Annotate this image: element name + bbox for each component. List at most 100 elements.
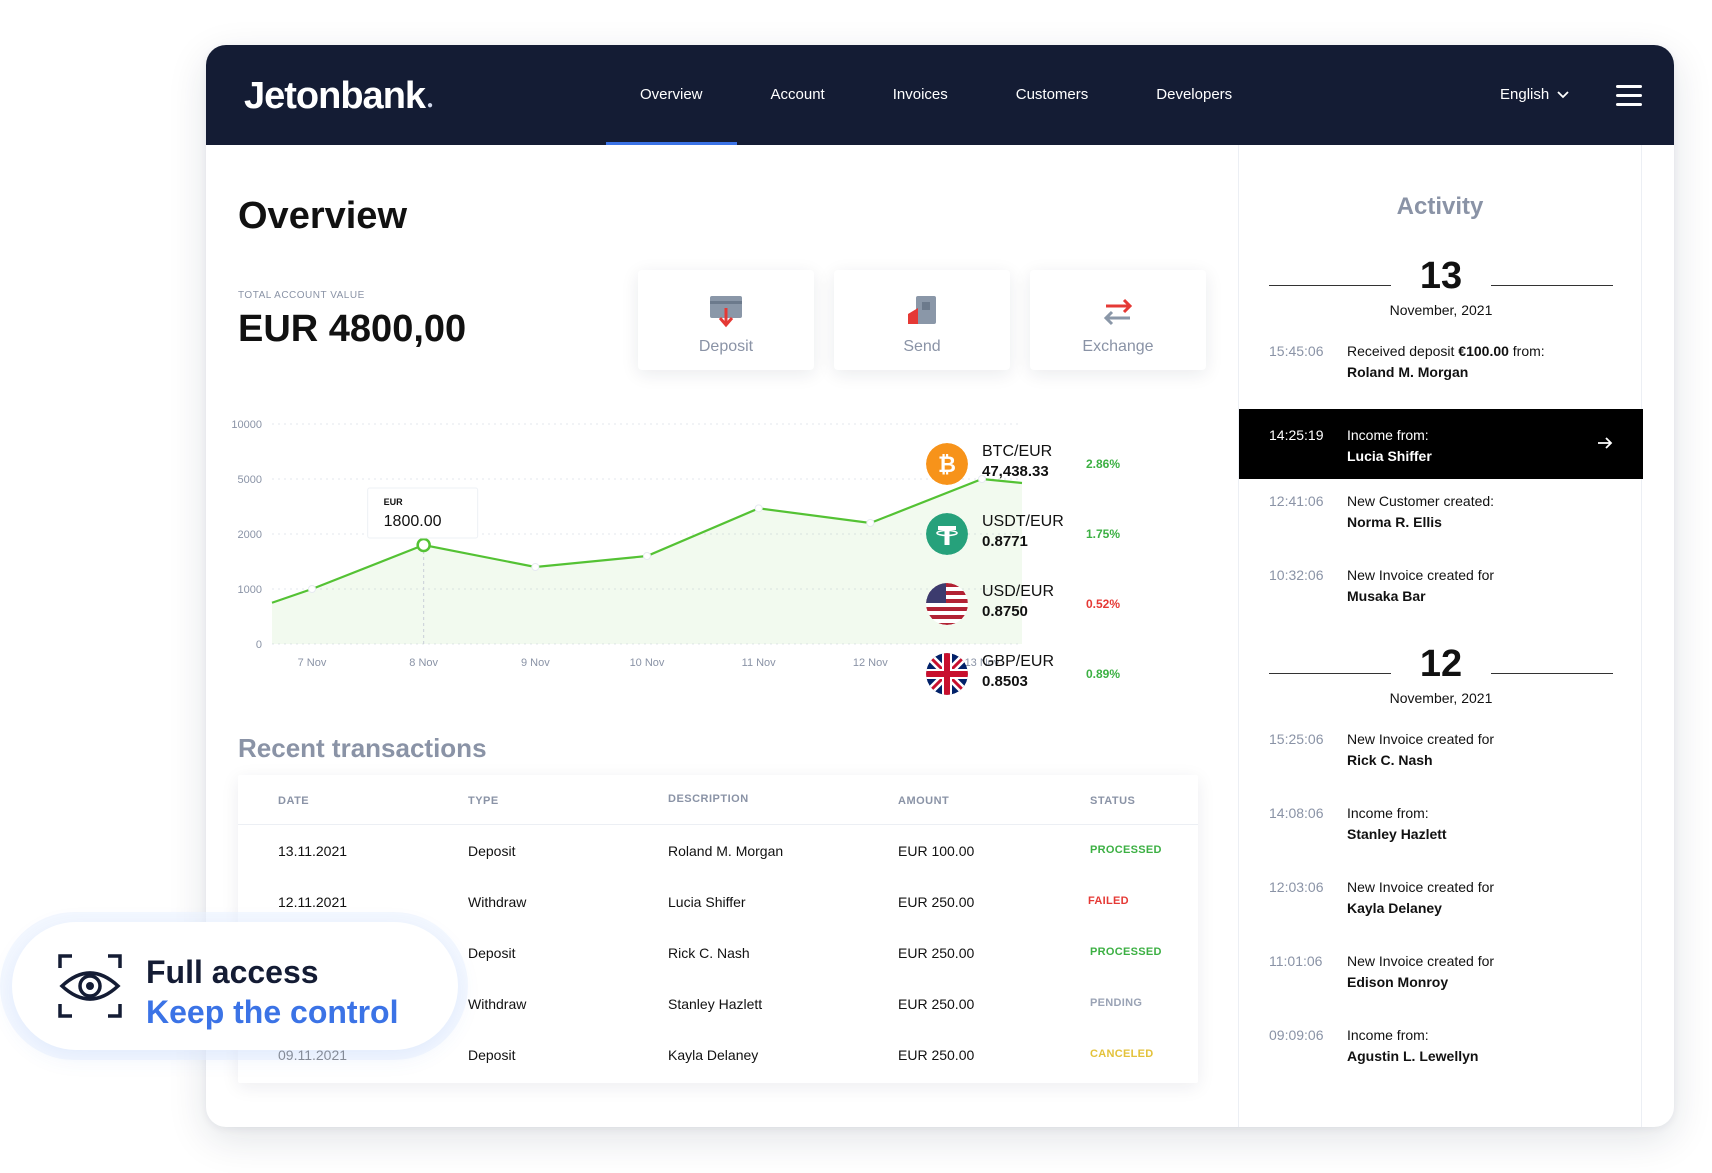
- x-tick-label: 10 Nov: [630, 657, 665, 669]
- send-label: Send: [903, 338, 941, 355]
- cell-amount: EUR 250.00: [898, 996, 975, 1012]
- y-tick-label: 10000: [231, 419, 262, 431]
- activity-text: Income from:: [1347, 805, 1429, 821]
- activity-subject: Roland M. Morgan: [1347, 364, 1469, 380]
- language-selector[interactable]: English: [1500, 45, 1569, 145]
- hamburger-menu-icon[interactable]: [1616, 85, 1642, 106]
- arrow-right-icon[interactable]: [1595, 433, 1615, 453]
- rate-change: 0.52%: [1086, 597, 1121, 611]
- brand-logo[interactable]: Jetonbank ●: [244, 75, 433, 118]
- rate-row-btc[interactable]: ₿ BTC/EUR 47,438.33 2.86%: [926, 435, 1216, 505]
- rate-price: 47,438.33: [982, 463, 1049, 480]
- nav-developers[interactable]: Developers: [1122, 45, 1266, 145]
- chevron-down-icon: [1557, 91, 1569, 99]
- rate-row-gbp[interactable]: GBP/EUR 0.8503 0.89%: [926, 645, 1216, 715]
- promo-card: Full access Keep the control: [12, 922, 458, 1050]
- x-tick-label: 8 Nov: [409, 657, 438, 669]
- day-month: November, 2021: [1389, 302, 1493, 318]
- rate-pair: GBP/EUR: [982, 653, 1055, 670]
- status-badge: PROCESSED: [1090, 844, 1162, 856]
- activity-item[interactable]: 15:45:06 Received deposit €100.00 from: …: [1239, 325, 1643, 395]
- rate-row-usd[interactable]: USD/EUR 0.8750 0.52%: [926, 575, 1216, 645]
- exchange-label: Exchange: [1082, 338, 1154, 355]
- exchange-icon: [1103, 298, 1133, 326]
- total-account-value: EUR 4800,00: [238, 308, 467, 350]
- send-button[interactable]: Send: [834, 270, 1010, 370]
- rate-change: 2.86%: [1086, 457, 1121, 471]
- activity-time: 12:41:06: [1269, 493, 1324, 509]
- activity-item[interactable]: 12:41:06 New Customer created: Norma R. …: [1239, 475, 1643, 545]
- activity-item[interactable]: 12:03:06 New Invoice created for Kayla D…: [1239, 861, 1643, 931]
- activity-text: New Invoice created for: [1347, 567, 1495, 583]
- chart-point: [643, 552, 651, 560]
- table-header: DATE TYPE DESCRIPTION AMOUNT STATUS: [238, 775, 1198, 825]
- nav-overview[interactable]: Overview: [606, 45, 737, 145]
- activity-item[interactable]: 09:09:06 Income from: Agustin L. Lewelly…: [1239, 1009, 1643, 1079]
- rate-price: 0.8503: [982, 673, 1028, 690]
- y-tick-label: 0: [256, 639, 262, 651]
- rate-row-usdt[interactable]: USDT/EUR 0.8771 1.75%: [926, 505, 1216, 575]
- x-tick-label: 9 Nov: [521, 657, 550, 669]
- send-icon: [908, 296, 936, 324]
- cell-amount: EUR 250.00: [898, 945, 975, 961]
- cell-description: Stanley Hazlett: [668, 996, 763, 1012]
- activity-time: 15:25:06: [1269, 731, 1324, 747]
- cell-description: Rick C. Nash: [668, 945, 750, 961]
- day-month: November, 2021: [1389, 690, 1493, 706]
- table-row[interactable]: 13.11.2021 Deposit Roland M. Morgan EUR …: [238, 825, 1198, 876]
- activity-time: 11:01:06: [1269, 953, 1323, 969]
- nav-account[interactable]: Account: [737, 45, 859, 145]
- chart-point: [531, 563, 540, 571]
- cell-amount: EUR 100.00: [898, 843, 975, 859]
- activity-time: 14:08:06: [1269, 805, 1324, 821]
- activity-amount: €100.00: [1458, 343, 1509, 359]
- column-header-description[interactable]: DESCRIPTION: [668, 793, 749, 805]
- activity-text: Income from:: [1347, 1027, 1429, 1043]
- y-tick-label: 1000: [238, 584, 262, 596]
- status-badge: CANCELED: [1090, 1048, 1154, 1060]
- rate-change: 1.75%: [1086, 527, 1121, 541]
- activity-time: 10:32:06: [1269, 567, 1324, 583]
- deposit-button[interactable]: Deposit: [638, 270, 814, 370]
- activity-time: 14:25:19: [1269, 427, 1324, 443]
- column-header-status[interactable]: STATUS: [1090, 795, 1135, 807]
- activity-text: New Invoice created for: [1347, 879, 1495, 895]
- recent-transactions-title: Recent transactions: [238, 733, 487, 763]
- cell-description: Lucia Shiffer: [668, 894, 746, 910]
- cell-description: Kayla Delaney: [668, 1047, 759, 1063]
- activity-subject: Edison Monroy: [1347, 974, 1449, 990]
- deposit-label: Deposit: [698, 338, 754, 355]
- rate-change: 0.89%: [1086, 667, 1121, 681]
- activity-item[interactable]: 15:25:06 New Invoice created for Rick C.…: [1239, 713, 1643, 783]
- day-number: 12: [1419, 643, 1463, 685]
- rate-pair: USDT/EUR: [982, 513, 1064, 530]
- activity-text: New Invoice created for: [1347, 731, 1495, 747]
- activity-item[interactable]: 11:01:06 New Invoice created for Edison …: [1239, 935, 1643, 1005]
- chart-point: [308, 585, 316, 593]
- column-header-amount[interactable]: AMOUNT: [898, 795, 949, 807]
- rate-price: 0.8750: [982, 603, 1028, 620]
- column-header-type[interactable]: TYPE: [468, 795, 499, 807]
- top-navigation-bar: Jetonbank ● Overview Account Invoices Cus…: [206, 45, 1674, 145]
- nav-invoices[interactable]: Invoices: [859, 45, 982, 145]
- status-badge: FAILED: [1088, 895, 1129, 907]
- activity-item-selected[interactable]: 14:25:19 Income from: Lucia Shiffer: [1239, 409, 1643, 479]
- nav-customers[interactable]: Customers: [982, 45, 1123, 145]
- exchange-rates-list: ₿ BTC/EUR 47,438.33 2.86% USDT/EUR 0.877…: [926, 435, 1216, 715]
- rate-pair: BTC/EUR: [982, 443, 1053, 460]
- activity-subject: Kayla Delaney: [1347, 900, 1442, 916]
- activity-subject: Rick C. Nash: [1347, 752, 1433, 768]
- column-header-date[interactable]: DATE: [278, 795, 309, 807]
- exchange-button[interactable]: Exchange: [1030, 270, 1206, 370]
- tooltip-value: 1800.00: [384, 513, 442, 530]
- rate-price: 0.8771: [982, 533, 1028, 550]
- activity-subject: Norma R. Ellis: [1347, 514, 1442, 530]
- activity-subject: Agustin L. Lewellyn: [1347, 1048, 1479, 1064]
- cell-amount: EUR 250.00: [898, 894, 975, 910]
- chart-point: [754, 504, 763, 513]
- activity-item[interactable]: 10:32:06 New Invoice created for Musaka …: [1239, 549, 1643, 619]
- activity-subject: Lucia Shiffer: [1347, 448, 1432, 464]
- activity-item[interactable]: 14:08:06 Income from: Stanley Hazlett: [1239, 787, 1643, 857]
- activity-time: 09:09:06: [1269, 1027, 1324, 1043]
- activity-subject: Stanley Hazlett: [1347, 826, 1447, 842]
